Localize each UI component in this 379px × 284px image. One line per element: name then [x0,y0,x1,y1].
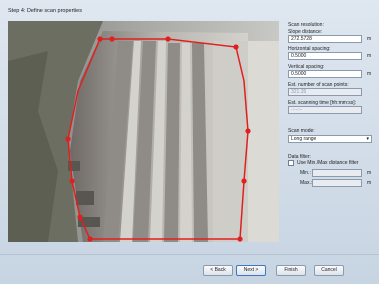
scan-resolution-heading: Scan resolution: [288,22,324,28]
horizontal-spacing-input[interactable]: 0.5000 [288,52,362,60]
vertical-spacing-input[interactable]: 0.5000 [288,70,362,78]
max-distance-input[interactable] [312,179,362,187]
scan-area-photo[interactable] [8,21,279,242]
min-unit: m [367,170,372,176]
cancel-button[interactable]: Cancel [314,265,344,276]
polygon-vertex[interactable] [237,236,243,242]
polygon-vertex[interactable] [165,36,171,42]
polygon-vertex[interactable] [109,36,115,42]
est-time-field: -:--:-- [288,106,362,114]
step-title: Step 4: Define scan properties [8,8,82,14]
wizard-window: Step 4: Define scan properties Scan reso… [0,0,379,284]
min-distance-input[interactable] [312,169,362,177]
polygon-vertex[interactable] [87,236,93,242]
dam-photo-with-scan-polygon[interactable] [8,21,279,242]
scan-mode-value: Long range [291,136,317,142]
polygon-vertex[interactable] [69,178,75,184]
chevron-down-icon: ▾ [366,136,369,142]
est-points-field: 321.35 [288,88,362,96]
min-label: Min.: [300,170,311,176]
next-button[interactable]: Next > [236,265,266,276]
finish-button[interactable]: Finish [276,265,306,276]
max-unit: m [367,180,372,186]
polygon-vertex[interactable] [65,136,71,142]
distance-filter-checkbox[interactable] [288,160,294,166]
polygon-vertex[interactable] [233,44,239,50]
vertical-spacing-unit: m [367,71,372,77]
polygon-vertex[interactable] [77,214,83,220]
slope-distance-input[interactable]: 272.5728 [288,35,362,43]
slope-distance-unit: m [367,36,372,42]
polygon-vertex[interactable] [241,178,247,184]
polygon-vertex[interactable] [245,128,251,134]
polygon-vertex[interactable] [97,36,103,42]
max-label: Max.: [300,180,313,186]
distance-filter-label: Use Min./Max distance filter [297,160,359,166]
footer-divider [0,254,379,255]
back-button[interactable]: < Back [203,265,233,276]
scan-mode-select[interactable]: Long range ▾ [288,135,372,143]
scan-properties-panel: Scan resolution: Slope distance: 272.572… [288,22,374,248]
scan-mode-heading: Scan mode: [288,128,315,134]
horizontal-spacing-unit: m [367,53,372,59]
